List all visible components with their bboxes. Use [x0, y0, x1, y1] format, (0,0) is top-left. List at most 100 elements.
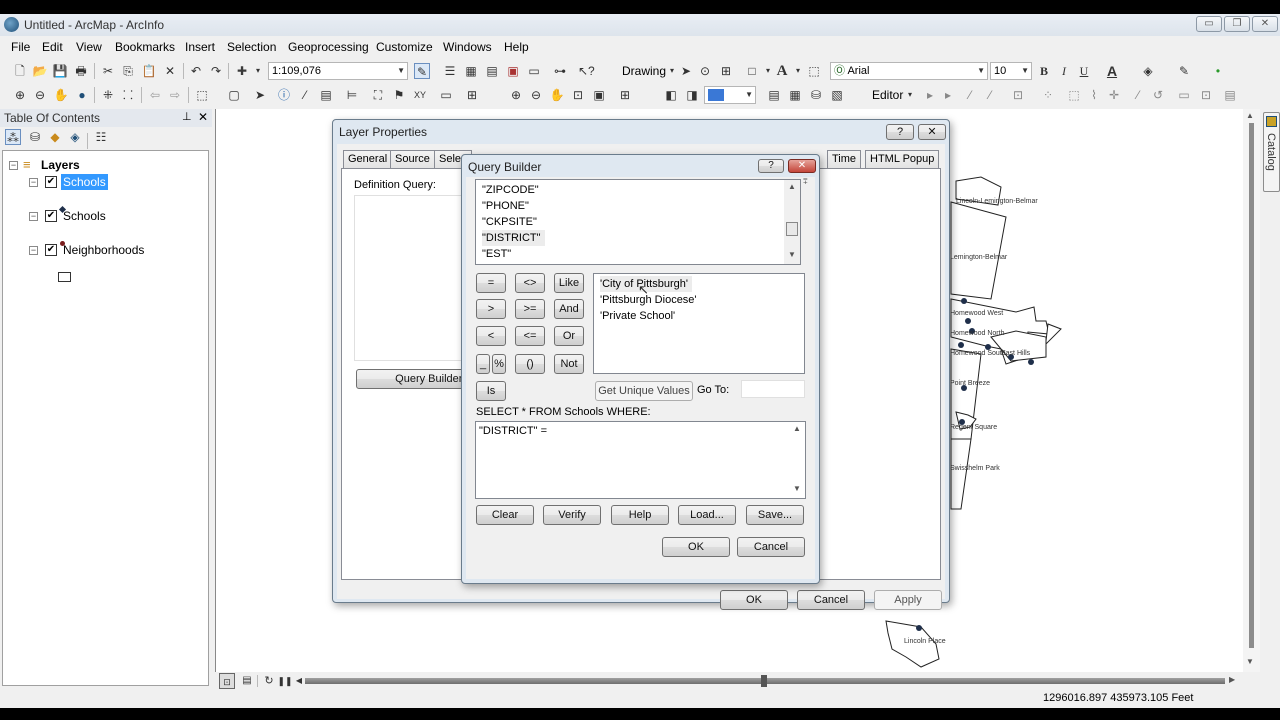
- tree-root-layers[interactable]: − ≡ Layers: [7, 157, 207, 173]
- add-data-icon[interactable]: ✚: [234, 63, 250, 79]
- collapse-icon[interactable]: −: [29, 246, 38, 255]
- close-icon[interactable]: ✕: [198, 110, 208, 124]
- scrollbar-thumb[interactable]: [786, 222, 798, 236]
- time-slider-icon[interactable]: ▭: [438, 87, 454, 103]
- edit-vertices-icon[interactable]: ⬚: [806, 63, 822, 79]
- rotate-icon[interactable]: ⊙: [697, 63, 713, 79]
- operator-like-button[interactable]: Like: [554, 273, 584, 293]
- menu-file[interactable]: File: [11, 40, 30, 54]
- fill-color-icon[interactable]: ◈: [1140, 63, 1156, 79]
- underline-button[interactable]: U: [1076, 63, 1092, 79]
- marker-color-icon[interactable]: •: [1210, 63, 1226, 79]
- rectangle-icon[interactable]: □: [744, 63, 760, 79]
- cut-icon[interactable]: ✂: [100, 63, 116, 79]
- options-icon[interactable]: ☷: [93, 129, 109, 145]
- operator-percent-button[interactable]: %: [492, 354, 506, 374]
- field-item[interactable]: "PHONE": [482, 198, 529, 214]
- load-button[interactable]: Load...: [678, 505, 736, 525]
- reshape-icon[interactable]: ⌇: [1086, 87, 1102, 103]
- collapse-icon[interactable]: −: [29, 212, 38, 221]
- ok-button[interactable]: OK: [720, 590, 788, 610]
- layout-view-icon[interactable]: ▤: [239, 673, 255, 689]
- modelbuilder-icon[interactable]: ⊶: [552, 63, 568, 79]
- measure-icon[interactable]: ⊨: [344, 87, 360, 103]
- unique-values-list[interactable]: 'City of Pittsburgh' 'Pittsburgh Diocese…: [593, 273, 805, 374]
- python-window-icon[interactable]: ▭: [526, 63, 542, 79]
- scroll-up-icon[interactable]: ▲: [1246, 111, 1254, 120]
- list-by-drawing-order-icon[interactable]: ⁂: [5, 129, 21, 145]
- bold-button[interactable]: B: [1036, 63, 1052, 79]
- layer-name[interactable]: Neighborhoods: [63, 242, 144, 258]
- font-size-combo[interactable]: 10 ▼: [990, 62, 1032, 80]
- menu-help[interactable]: Help: [504, 40, 529, 54]
- cancel-button[interactable]: Cancel: [797, 590, 865, 610]
- fixed-zoom-in-icon[interactable]: ⁜: [100, 87, 116, 103]
- query-builder-button[interactable]: Query Builder...: [356, 369, 476, 389]
- zoom-to-selected-elements-icon[interactable]: ⊞: [718, 63, 734, 79]
- select-elements-icon[interactable]: ➤: [678, 63, 694, 79]
- list-by-selection-icon[interactable]: ◈: [67, 129, 83, 145]
- layout-zoom-in-icon[interactable]: ⊕: [508, 87, 524, 103]
- operator-or-button[interactable]: Or: [554, 326, 584, 346]
- globe-icon[interactable]: ●: [74, 87, 90, 103]
- menu-windows[interactable]: Windows: [443, 40, 492, 54]
- redo-icon[interactable]: ↷: [208, 63, 224, 79]
- data-view-icon[interactable]: ⊡: [219, 673, 235, 689]
- layer-visibility-checkbox[interactable]: ✔: [45, 176, 57, 188]
- editor-toolbar-icon[interactable]: ✎: [414, 63, 430, 79]
- operator-underscore-button[interactable]: _: [476, 354, 490, 374]
- layer-visibility-checkbox[interactable]: ✔: [45, 210, 57, 222]
- operator-equals-button[interactable]: =: [476, 273, 506, 293]
- operator-greater-equal-button[interactable]: >=: [515, 299, 545, 319]
- split-icon[interactable]: ⁄: [1130, 87, 1146, 103]
- tab-general[interactable]: General: [343, 150, 393, 168]
- menu-view[interactable]: View: [76, 40, 102, 54]
- scroll-up-icon[interactable]: ▲: [789, 424, 805, 433]
- add-data-dropdown-icon[interactable]: ▾: [250, 63, 266, 79]
- scrollbar-grip[interactable]: [761, 675, 767, 687]
- ok-button[interactable]: OK: [662, 537, 730, 557]
- layer-name[interactable]: Schools: [61, 174, 108, 190]
- map-vertical-scrollbar[interactable]: ▲ ▼: [1243, 109, 1260, 672]
- catalog-side-tab[interactable]: Catalog: [1263, 112, 1280, 192]
- minimize-button[interactable]: ▭: [1196, 16, 1222, 32]
- operator-is-button[interactable]: Is: [476, 381, 506, 401]
- change-layout-icon[interactable]: ⛁: [808, 87, 824, 103]
- cancel-button[interactable]: Cancel: [737, 537, 805, 557]
- html-popup-icon[interactable]: ▤: [318, 87, 334, 103]
- copy-icon[interactable]: ⎘: [120, 63, 136, 79]
- operator-not-button[interactable]: Not: [554, 354, 584, 374]
- tab-time[interactable]: Time: [827, 150, 862, 168]
- zoom-in-icon[interactable]: ⊕: [12, 87, 28, 103]
- scroll-down-icon[interactable]: ▼: [789, 484, 805, 493]
- operator-parentheses-button[interactable]: (): [515, 354, 545, 374]
- scroll-right-icon[interactable]: ▶: [1229, 675, 1235, 684]
- apply-button[interactable]: Apply: [874, 590, 942, 610]
- toc-layer-item[interactable]: − ✔ Schools: [7, 208, 207, 224]
- fixed-zoom-in-layout-icon[interactable]: ⊞: [617, 87, 633, 103]
- search-window-icon[interactable]: ▤: [484, 63, 500, 79]
- arctoolbox-icon[interactable]: ▣: [505, 63, 521, 79]
- edit-annotation-icon[interactable]: ▸: [940, 87, 956, 103]
- list-by-source-icon[interactable]: ⛁: [27, 129, 43, 145]
- save-button[interactable]: Save...: [746, 505, 804, 525]
- collapse-icon[interactable]: −: [9, 161, 18, 170]
- close-window-button[interactable]: ✕: [1252, 16, 1278, 32]
- scroll-down-icon[interactable]: ▼: [784, 250, 800, 259]
- help-button[interactable]: Help: [611, 505, 669, 525]
- cut-polygon-icon[interactable]: ✛: [1106, 87, 1122, 103]
- sql-expression-textbox[interactable]: "DISTRICT" = ▲ ▼: [475, 421, 806, 499]
- menu-geoprocessing[interactable]: Geoprocessing: [288, 40, 369, 54]
- menu-edit[interactable]: Edit: [42, 40, 63, 54]
- select-features-icon[interactable]: ⬚: [194, 87, 210, 103]
- operator-not-equal-button[interactable]: <>: [515, 273, 545, 293]
- pin-icon[interactable]: ⊥: [182, 110, 192, 123]
- operator-and-button[interactable]: And: [554, 299, 584, 319]
- edit-tool-icon[interactable]: ▸: [922, 87, 938, 103]
- fields-scrollbar[interactable]: ▲ ▼: [784, 180, 800, 264]
- list-by-visibility-icon[interactable]: ◆: [47, 129, 63, 145]
- close-icon[interactable]: ✕: [918, 124, 946, 140]
- create-features-icon[interactable]: ▤: [1222, 87, 1238, 103]
- italic-button[interactable]: I: [1056, 63, 1072, 79]
- straight-segment-icon[interactable]: ⁄: [962, 87, 978, 103]
